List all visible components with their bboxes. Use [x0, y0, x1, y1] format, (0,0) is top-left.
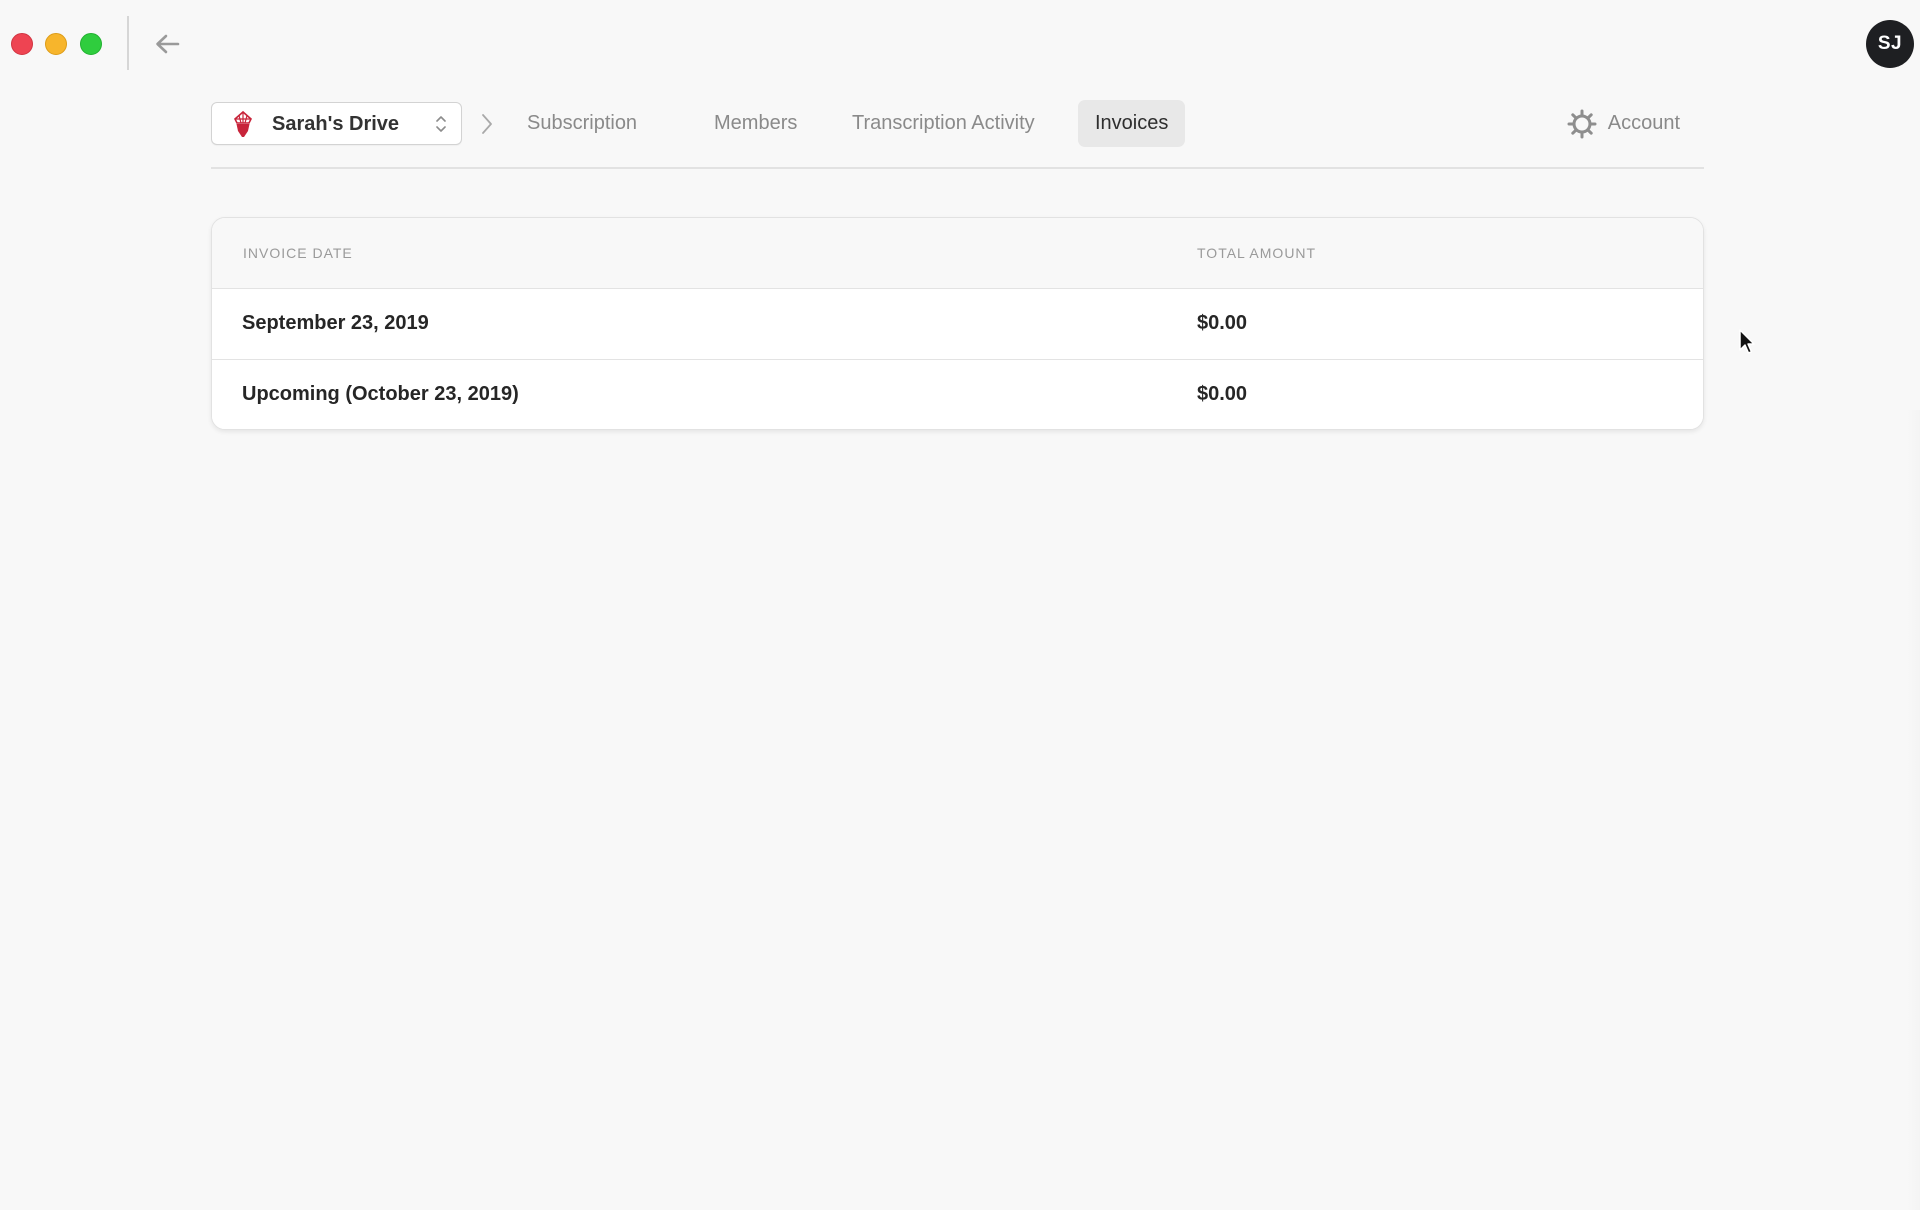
window-close-button[interactable] — [11, 33, 33, 55]
column-header-total-amount: TOTAL AMOUNT — [1197, 245, 1317, 261]
tab-label: Subscription — [527, 112, 638, 134]
table-header: INVOICE DATE TOTAL AMOUNT — [212, 218, 1703, 289]
tab-label: Transcription Activity — [852, 112, 1035, 134]
invoice-amount: $0.00 — [1197, 383, 1248, 405]
drive-name: Sarah's Drive — [272, 113, 400, 135]
user-avatar[interactable]: SJ — [1866, 20, 1914, 68]
drive-logo-icon — [234, 110, 252, 137]
tab-subscription[interactable]: Subscription — [510, 100, 654, 147]
gear-icon — [1567, 109, 1597, 138]
window-edge-shadow — [1906, 410, 1920, 1210]
account-label: Account — [1607, 112, 1680, 134]
table-row[interactable]: September 23, 2019 $0.00 — [212, 289, 1703, 360]
invoice-date: September 23, 2019 — [242, 312, 429, 334]
tab-label: Invoices — [1095, 112, 1169, 134]
tab-members[interactable]: Members — [697, 100, 814, 147]
table-row[interactable]: Upcoming (October 23, 2019) $0.00 — [212, 360, 1703, 429]
column-header-invoice-date: INVOICE DATE — [243, 245, 353, 261]
window-minimize-button[interactable] — [45, 33, 67, 55]
titlebar-divider — [127, 16, 129, 70]
drive-selector[interactable]: Sarah's Drive — [211, 102, 462, 145]
chevron-updown-icon — [436, 116, 446, 132]
arrow-left-icon — [156, 34, 180, 54]
window-maximize-button[interactable] — [80, 33, 102, 55]
settings-nav: Sarah's Drive Subscription Members Trans… — [211, 100, 1704, 148]
user-initials: SJ — [1877, 33, 1903, 54]
tab-transcription-activity[interactable]: Transcription Activity — [835, 100, 1052, 147]
back-button[interactable] — [152, 30, 182, 58]
account-button[interactable]: Account — [1567, 100, 1704, 147]
tab-invoices[interactable]: Invoices — [1078, 100, 1186, 147]
chevron-right-icon — [482, 114, 492, 134]
mouse-cursor-icon — [1739, 329, 1755, 354]
invoice-amount: $0.00 — [1197, 312, 1248, 334]
title-bar: SJ — [0, 0, 1920, 88]
tab-label: Members — [714, 112, 798, 134]
invoices-table: INVOICE DATE TOTAL AMOUNT September 23, … — [211, 217, 1704, 430]
nav-divider — [211, 167, 1704, 169]
invoice-date: Upcoming (October 23, 2019) — [242, 383, 519, 405]
